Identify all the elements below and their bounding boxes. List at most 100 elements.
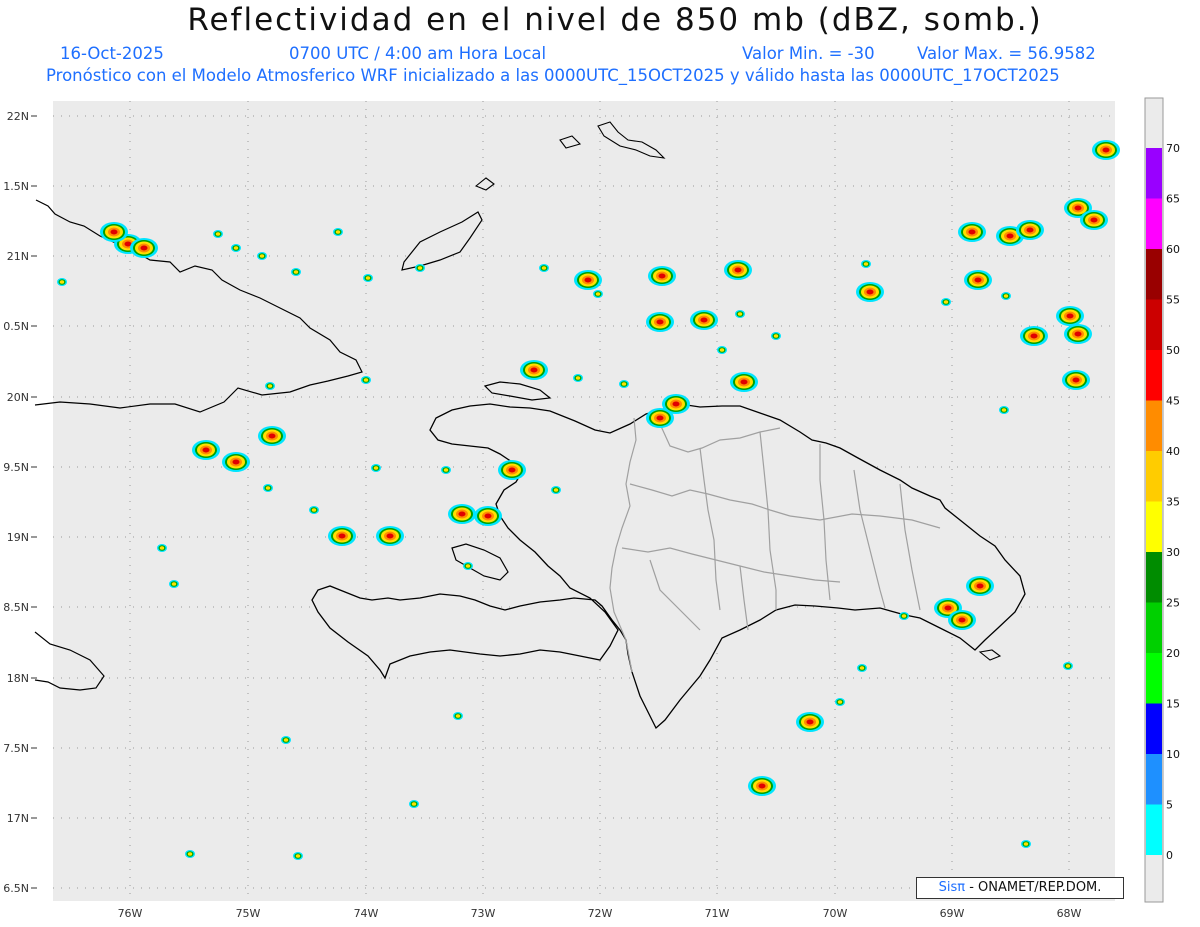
cell [100,222,128,242]
colorbar-label: 45 [1166,395,1180,408]
lat-label: 20N [7,391,29,404]
lon-label: 72W [588,907,613,920]
cell [958,222,986,242]
cell [157,544,167,552]
cell [835,698,845,706]
cell [748,776,776,796]
colorbar-label: 55 [1166,294,1180,307]
cell [1021,840,1031,848]
cell [796,712,824,732]
cell [551,486,561,494]
cell [648,266,676,286]
colorbar-segment [1146,653,1162,704]
cell [222,452,250,472]
cell [1064,324,1092,344]
colorbar-label: 70 [1166,142,1180,155]
cell [730,372,758,392]
cell [1056,306,1084,326]
cell [441,466,451,474]
cell [1020,326,1048,346]
cell [257,252,267,260]
cell [771,332,781,340]
cell [363,274,373,282]
cell [573,374,583,382]
cell [856,282,884,302]
lon-label: 71W [705,907,730,920]
cell [1092,140,1120,160]
lat-label: 19N [7,531,29,544]
colorbar-segment [1146,501,1162,552]
colorbar-label: 35 [1166,496,1180,509]
cell [1080,210,1108,230]
colorbar-segment [1146,451,1162,502]
colorbar-segment [1146,804,1162,855]
cell [263,484,273,492]
cell [448,504,476,524]
cell [213,230,223,238]
colorbar-segment [1146,299,1162,350]
cell [169,580,179,588]
longitude-labels: 76W 75W 74W 73W 72W 71W 70W 69W 68W [118,907,1082,920]
cell [231,244,241,252]
cell [192,440,220,460]
lat-label: 17N [7,812,29,825]
colorbar-segment [1146,148,1162,199]
lat-label: 0.5N [3,320,29,333]
colorbar-segment [1146,552,1162,603]
lat-label: 6.5N [3,882,29,895]
cell [409,800,419,808]
cell [735,310,745,318]
colorbar-segment [1146,198,1162,249]
cell [361,376,371,384]
lon-label: 76W [118,907,143,920]
cell [293,852,303,860]
colorbar-label: 40 [1166,445,1180,458]
cell [328,526,356,546]
colorbar-label: 65 [1166,193,1180,206]
cell [333,228,343,236]
cell [593,290,603,298]
colorbar-segment [1146,754,1162,805]
lat-label: 18N [7,672,29,685]
cell [474,506,502,526]
colorbar-segment [1146,400,1162,451]
lon-label: 70W [823,907,848,920]
cell [948,610,976,630]
cell [662,394,690,414]
lon-label: 69W [940,907,965,920]
cell [941,298,951,306]
cell [463,562,473,570]
lat-label: 7.5N [3,742,29,755]
colorbar-label: 60 [1166,243,1180,256]
colorbar-segment [1146,703,1162,754]
colorbar-segment [1146,350,1162,401]
cell [265,382,275,390]
lon-label: 68W [1057,907,1082,920]
cell [258,426,286,446]
lat-label: 22N [7,110,29,123]
colorbar-label: 15 [1166,698,1180,711]
cell [309,506,319,514]
latitude-labels: 22N 1.5N 21N 0.5N 20N 9.5N 19N 8.5N 18N 7.5N 17N 6.… [3,110,37,895]
colorbar-segment [1146,602,1162,653]
cell [724,260,752,280]
cell [1063,662,1073,670]
cell [899,612,909,620]
lon-label: 73W [471,907,496,920]
cell [281,736,291,744]
credit-text: - ONAMET/REP.DOM. [969,880,1102,895]
cell [999,406,1009,414]
colorbar: 0 5 10 15 20 25 30 35 40 45 50 55 60 65 70 [1144,97,1180,903]
lon-label: 75W [236,907,261,920]
cell [1001,292,1011,300]
lon-label: 74W [354,907,379,920]
lat-label: 21N [7,250,29,263]
cell [130,238,158,258]
colorbar-label: 25 [1166,597,1180,610]
cell [371,464,381,472]
colorbar-label: 20 [1166,647,1180,660]
cell [1062,370,1090,390]
cell [717,346,727,354]
cell [539,264,549,272]
reflectivity-map: 0 5 10 15 20 25 30 35 40 45 50 55 60 65 70 22N 1.5N 21N 0… [3,97,1180,920]
